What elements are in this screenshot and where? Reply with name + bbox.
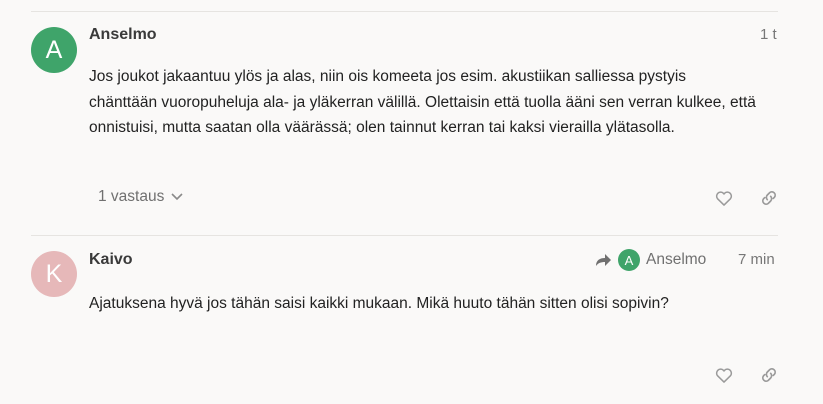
post-body-line: Jos joukot jakaantuu ylös ja alas, niin … [89,68,687,85]
reply-to-name: Anselmo [646,251,707,268]
post-time[interactable]: 1 t [760,26,777,43]
post-divider [31,235,778,236]
reply-to-indicator[interactable]: A Anselmo [595,249,706,271]
replies-toggle-button[interactable]: 1 vastaus [98,188,184,206]
post-body-line: Ajatuksena hyvä jos tähän saisi kaikki m… [89,295,669,312]
replies-label: 1 vastaus [98,188,165,205]
avatar-letter: A [45,35,63,64]
reply-to-avatar-letter: A [624,252,634,268]
post-time[interactable]: 7 min [738,251,775,268]
link-icon[interactable] [759,188,779,208]
post-username[interactable]: Kaivo [89,251,133,269]
avatar[interactable]: K [31,251,77,297]
share-arrow-icon [596,254,611,266]
avatar-letter: K [45,259,63,288]
reply-to-avatar: A [618,249,640,271]
post-body-line: chänttään vuoropuheluja ala- ja yläkerra… [89,93,756,111]
post-divider-top [31,11,778,12]
avatar[interactable]: A [31,27,77,73]
post-body: Jos joukot jakaantuu ylös ja alas, niin … [89,64,789,141]
post-username[interactable]: Anselmo [89,26,157,44]
link-icon[interactable] [759,365,779,385]
post-body: Ajatuksena hyvä jos tähän saisi kaikki m… [89,291,789,317]
heart-icon[interactable] [714,188,734,208]
post-body-line: onnistuisi, mutta saatan olla väärässä; … [89,119,675,136]
chevron-down-icon [171,193,183,201]
heart-icon[interactable] [714,365,734,385]
